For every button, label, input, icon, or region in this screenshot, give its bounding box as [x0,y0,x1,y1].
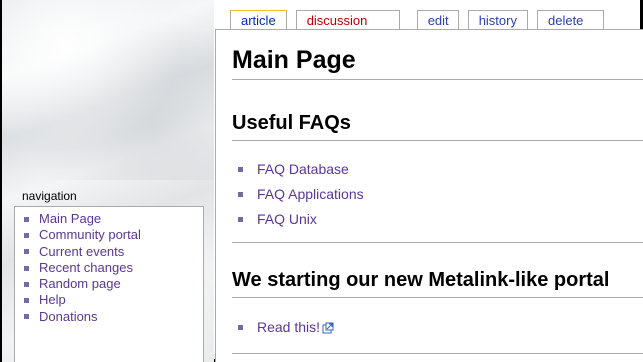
sidebar-item-community-portal[interactable]: Community portal [23,227,203,243]
tab-delete[interactable]: delete [536,10,605,30]
read-this-link[interactable]: Read this! [257,315,320,340]
section-heading-metalink-portal: We starting our new Metalink-like portal [232,269,610,291]
title-divider [232,79,643,80]
square-bullet-icon [24,216,29,222]
square-bullet-icon [238,192,243,197]
square-bullet-icon [24,314,29,320]
page-tabs: article discussion edit history delete [230,10,613,30]
content-area: Main Page Useful FAQs FAQ Database FAQ A… [215,29,643,362]
section-divider [232,140,643,141]
tab-article[interactable]: article [230,10,287,30]
square-bullet-icon [238,167,243,172]
page-title: Main Page [232,46,356,74]
navigation-portlet: Main Page Community portal Current event… [14,206,204,362]
square-bullet-icon [24,232,29,238]
sidebar-item-label[interactable]: Current events [39,244,124,260]
navigation-heading: navigation [22,189,77,203]
square-bullet-icon [24,298,29,304]
tab-discussion[interactable]: discussion [295,10,400,30]
sidebar-item-help[interactable]: Help [23,292,203,308]
sidebar-item-label[interactable]: Recent changes [39,260,133,276]
section-divider [232,297,643,298]
sidebar-item-current-events[interactable]: Current events [23,244,203,260]
sidebar-item-recent-changes[interactable]: Recent changes [23,260,203,276]
tab-history[interactable]: history [467,10,528,30]
section-heading-useful-faqs: Useful FAQs [232,112,351,134]
external-link-icon [322,322,334,333]
list-item[interactable]: FAQ Applications [238,182,364,207]
sidebar-item-label[interactable]: Community portal [39,227,141,243]
square-bullet-icon [238,325,243,330]
sidebar-item-label[interactable]: Help [39,292,66,308]
faq-link-list: FAQ Database FAQ Applications FAQ Unix [238,157,364,232]
portal-link-list: Read this! [238,315,334,340]
sidebar-item-donations[interactable]: Donations [23,309,203,325]
site-logo[interactable] [2,0,214,180]
square-bullet-icon [24,249,29,255]
navigation-list: Main Page Community portal Current event… [23,211,203,325]
tab-edit[interactable]: edit [416,10,459,30]
sidebar-item-main-page[interactable]: Main Page [23,211,203,227]
list-item[interactable]: FAQ Unix [238,207,364,232]
square-bullet-icon [238,217,243,222]
sidebar-item-label[interactable]: Random page [39,276,121,292]
faq-unix-link[interactable]: FAQ Unix [257,207,317,232]
list-item[interactable]: FAQ Database [238,157,364,182]
sidebar-item-label[interactable]: Main Page [39,211,101,227]
square-bullet-icon [24,281,29,287]
section-divider [232,242,643,243]
square-bullet-icon [24,265,29,271]
faq-database-link[interactable]: FAQ Database [257,157,349,182]
section-divider [232,353,643,354]
faq-applications-link[interactable]: FAQ Applications [257,182,364,207]
sidebar-item-label[interactable]: Donations [39,309,98,325]
list-item[interactable]: Read this! [238,315,334,340]
sidebar-item-random-page[interactable]: Random page [23,276,203,292]
